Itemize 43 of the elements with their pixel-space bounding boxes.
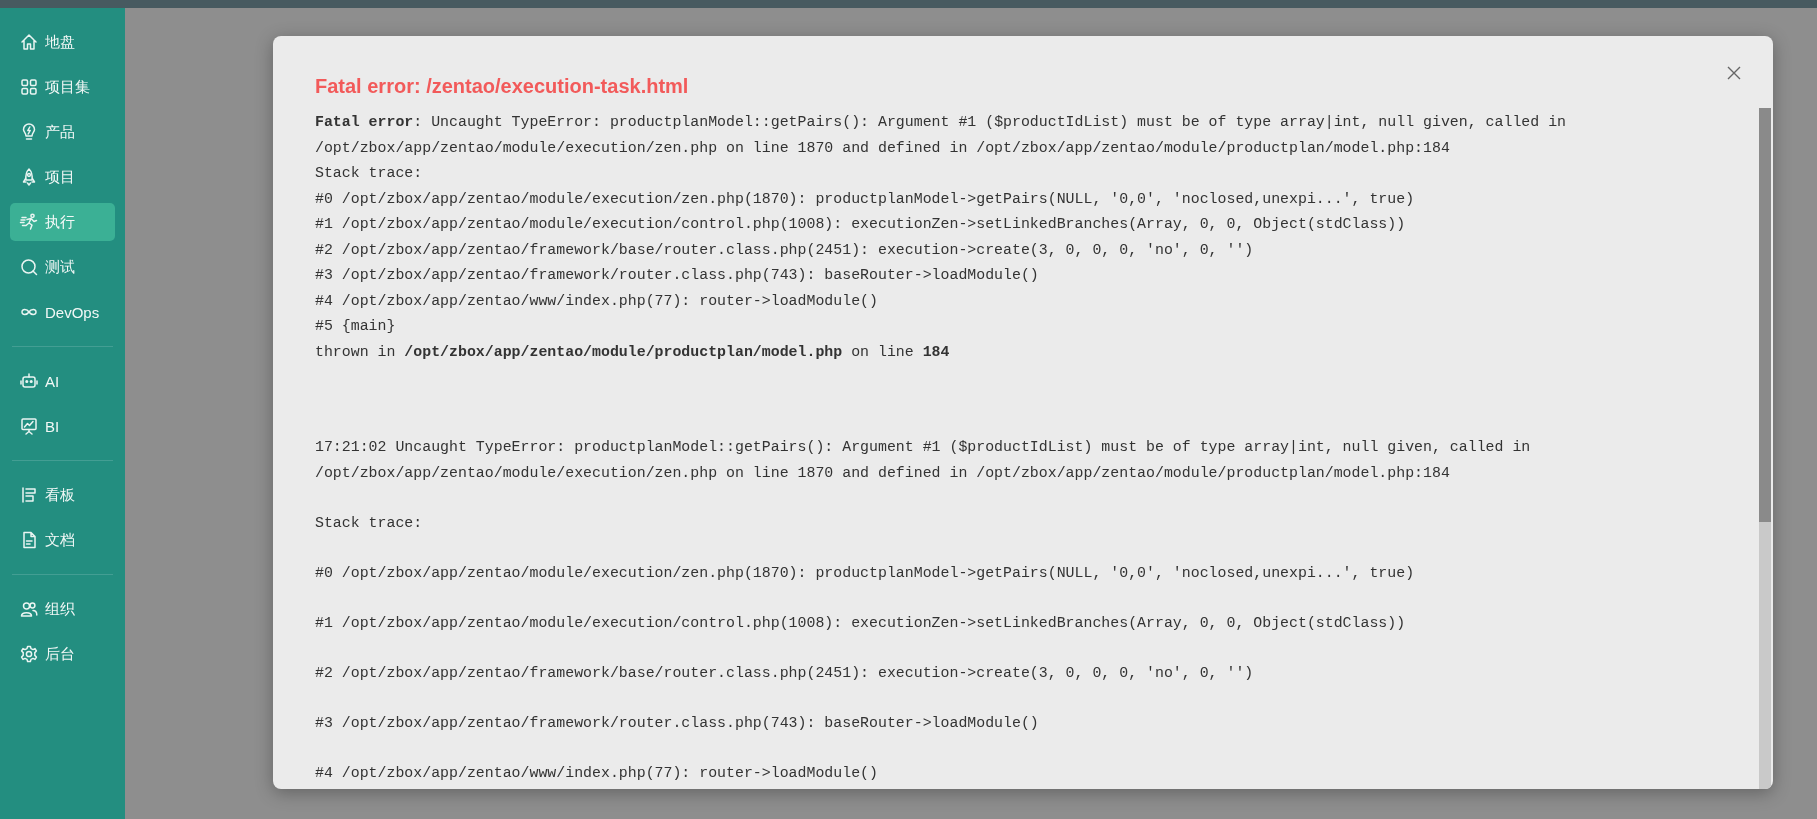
sidebar-item[interactable]: 测试	[10, 248, 115, 286]
error-text-line: #2 /opt/zbox/app/zentao/framework/base/router.class.php(2451): execution->create(3, 0, 0, 0, 'no', 0, '')	[315, 663, 1255, 683]
error-text-line: 17:21:02 Uncaught TypeError: productplanModel::getPairs(): Argument #1 ($productIdList) must be of type array|int, null given, called in	[315, 438, 1532, 457]
sidebar-item[interactable]: AI	[10, 362, 115, 400]
sidebar-item[interactable]: DevOps	[10, 293, 115, 331]
robot-icon	[19, 371, 39, 391]
sidebar-item[interactable]: 项目	[10, 158, 115, 196]
error-text-line: #0 /opt/zbox/app/zentao/module/execution/zen.php(1870): productplanModel->getPairs(NULL, '0,0', 'noclosed,unexpi...', true)	[315, 189, 1416, 209]
error-text-line: #0 /opt/zbox/app/zentao/module/execution/zen.php(1870): productplanModel->getPairs(NULL, '0,0', 'noclosed,unexpi...', true)	[315, 563, 1416, 583]
scrollbar[interactable]	[1759, 108, 1771, 789]
house-icon	[19, 32, 39, 52]
error-text-line: #4 /opt/zbox/app/zentao/www/index.php(77): router->loadModule()	[315, 291, 879, 311]
board-icon	[19, 485, 39, 505]
error-text-line: Stack trace:	[315, 164, 424, 183]
error-text-line: Stack trace:	[315, 513, 424, 533]
dialog-title: Fatal error: /zentao/execution-task.html	[315, 74, 689, 99]
sidebar-item[interactable]: 组织	[10, 590, 115, 628]
error-text-line: #3 /opt/zbox/app/zentao/framework/router.class.php(743): baseRouter->loadModule()	[315, 713, 1040, 733]
people-icon	[19, 599, 39, 619]
sidebar-item[interactable]: 项目集	[10, 68, 115, 106]
error-text-line: #1 /opt/zbox/app/zentao/module/execution/control.php(1008): executionZen->setLinkedBranches(Array, 0, 0, Object(stdClass))	[315, 215, 1407, 234]
sidebar-item[interactable]: 地盘	[10, 23, 115, 61]
sidebar-item[interactable]: BI	[10, 407, 115, 445]
presentation-chart-icon	[19, 416, 39, 436]
sidebar-item[interactable]: 文档	[10, 521, 115, 559]
error-text-line: #1 /opt/zbox/app/zentao/module/execution/control.php(1008): executionZen->setLinkedBranches(Array, 0, 0, Object(stdClass))	[315, 613, 1407, 633]
sidebar-item[interactable]: 后台	[10, 635, 115, 673]
search-icon	[19, 257, 39, 277]
error-text-line: Fatal error: Uncaught TypeError: productplanModel::getPairs(): Argument #1 ($productIdList) must be of type array|int, null given, called in	[315, 113, 1568, 132]
sidebar-item[interactable]: 看板	[10, 476, 115, 514]
error-text-line: thrown in /opt/zbox/app/zentao/module/productplan/model.php on line 184	[315, 342, 951, 362]
error-text-line: #4 /opt/zbox/app/zentao/www/index.php(77): router->loadModule()	[315, 763, 879, 783]
error-text-line: #2 /opt/zbox/app/zentao/framework/base/router.class.php(2451): execution->create(3, 0, 0, 0, 'no', 0, '')	[315, 240, 1255, 260]
sidebar-item[interactable]: 产品	[10, 113, 115, 151]
error-text-line: /opt/zbox/app/zentao/module/execution/zen.php on line 1870 and defined in /opt/zbox/app/zentao/module/productplan/model.php:184	[315, 138, 1451, 158]
error-text-line: /opt/zbox/app/zentao/module/execution/zen.php on line 1870 and defined in /opt/zbox/app/zentao/module/productplan/model.php:184	[315, 463, 1451, 483]
settings-icon	[19, 644, 39, 664]
grid-icon	[19, 77, 39, 97]
error-text-line: #3 /opt/zbox/app/zentao/framework/router.class.php(743): baseRouter->loadModule()	[315, 266, 1040, 285]
close-icon[interactable]	[1727, 66, 1741, 80]
runner-icon	[19, 212, 39, 232]
sidebar-item[interactable]: 执行	[10, 203, 115, 241]
error-text-line: #5 {main}	[315, 317, 397, 336]
